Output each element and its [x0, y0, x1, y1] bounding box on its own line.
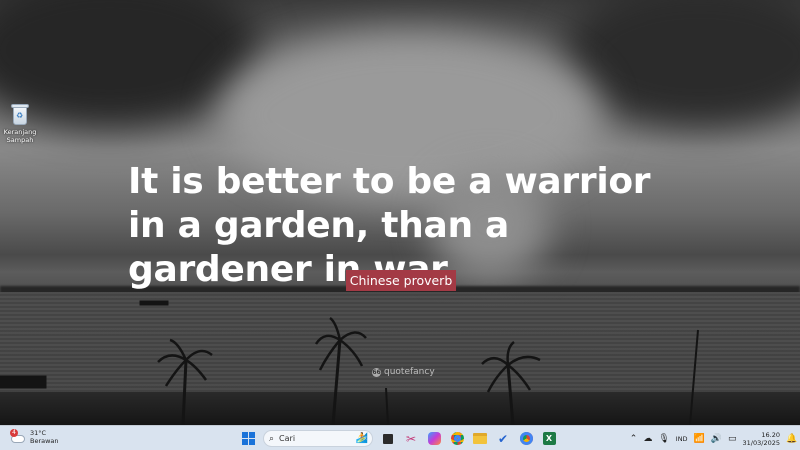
notification-bell-icon[interactable]: 🔔 [786, 434, 797, 444]
chevron-up-icon[interactable]: ⌃ [630, 434, 638, 444]
wifi-icon[interactable]: 📶 [694, 434, 705, 444]
snipping-tool-button[interactable]: ✂ [403, 431, 419, 447]
quotefancy-logo-icon: 66 [372, 367, 381, 377]
speaker-icon[interactable]: 🔊 [711, 434, 722, 444]
desktop-icon-recycle-bin[interactable]: ♻ Keranjang Sampah [3, 103, 37, 144]
weather-cloud-icon: 4 [10, 429, 26, 445]
weather-temperature: 31°C [30, 429, 47, 437]
language-indicator[interactable]: IND [676, 435, 688, 443]
chrome-button[interactable] [449, 431, 465, 447]
copilot-icon [427, 432, 441, 445]
battery-icon[interactable]: ▭ [728, 434, 737, 444]
weather-badge: 4 [10, 429, 18, 437]
clock-time: 16.20 [761, 430, 780, 439]
weather-widget[interactable]: 4 31°C Berawan [10, 429, 59, 445]
windows-logo-icon [241, 432, 255, 445]
chrome-profile-icon [519, 432, 533, 445]
palm-trees [0, 300, 699, 425]
taskbar-search-box[interactable]: ⌕ Cari 🏄 [263, 430, 373, 447]
excel-icon: X [542, 432, 556, 445]
task-view-button[interactable] [380, 431, 396, 447]
taskbar-clock[interactable]: 16.20 31/03/2025 [743, 431, 780, 447]
excel-button[interactable]: X [541, 431, 557, 447]
system-tray: ⌃ ☁ 🎙 IND 📶 🔊 ▭ 16.20 31/03/2025 🔔 [630, 429, 797, 448]
taskbar-apps: ⌕ Cari 🏄 ✂ ✔ X [240, 429, 557, 448]
microphone-icon[interactable]: 🎙 [658, 434, 669, 444]
chrome-icon [450, 432, 464, 445]
todo-button[interactable]: ✔ [495, 431, 511, 447]
wallpaper-author: Chinese proverb [346, 270, 456, 291]
checkmark-icon: ✔ [497, 431, 509, 446]
start-button[interactable] [240, 431, 256, 447]
search-highlight-icon: 🏄 [355, 433, 368, 444]
weather-condition: Berawan [30, 437, 59, 445]
task-view-icon [383, 433, 393, 444]
copilot-button[interactable] [426, 431, 442, 447]
chrome-profile-button[interactable] [518, 431, 534, 447]
search-icon: ⌕ [269, 433, 275, 444]
file-explorer-button[interactable] [472, 431, 488, 447]
search-placeholder: Cari [279, 434, 296, 443]
folder-icon [473, 433, 487, 444]
recycle-bin-icon: ♻ [11, 103, 29, 125]
watermark-text: quotefancy [384, 367, 435, 377]
clock-date: 31/03/2025 [742, 438, 780, 447]
snipping-tool-icon: ✂ [405, 431, 417, 446]
desktop-icon-label: Keranjang Sampah [3, 128, 37, 144]
wallpaper-watermark: 66 quotefancy [372, 367, 435, 377]
onedrive-cloud-icon[interactable]: ☁ [643, 434, 652, 444]
taskbar: 4 31°C Berawan ⌕ Cari 🏄 ✂ ✔ X ⌃ ☁ 🎙 IND … [0, 425, 800, 450]
